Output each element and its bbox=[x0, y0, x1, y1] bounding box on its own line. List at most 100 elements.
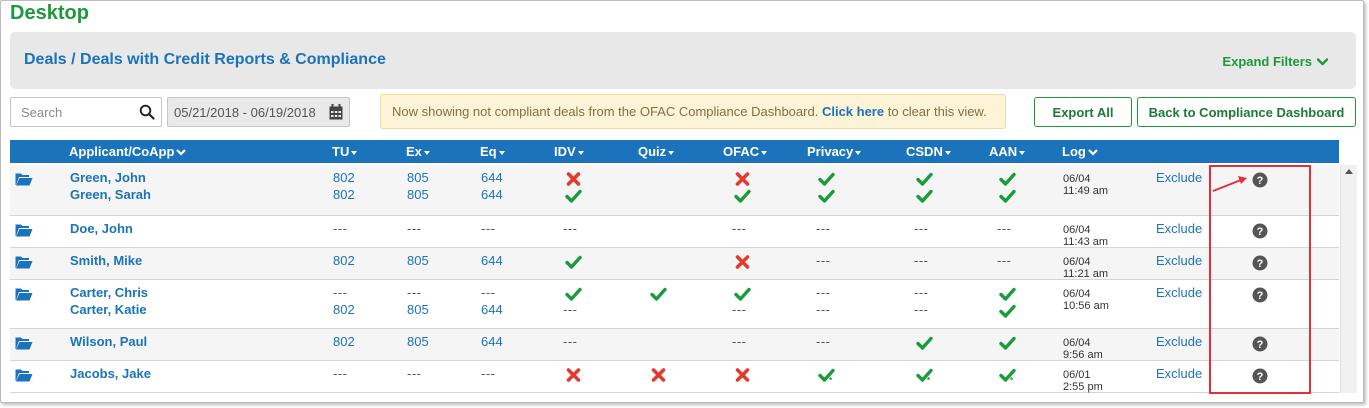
applicant-name-link[interactable]: Carter, Chris bbox=[70, 284, 148, 301]
applicant-name-link[interactable]: Green, John bbox=[70, 169, 146, 186]
log-time: 11:49 am bbox=[1063, 185, 1109, 197]
log-time: 11:43 am bbox=[1063, 236, 1109, 248]
tu-score-empty: --- bbox=[333, 285, 348, 300]
folder-open-icon[interactable] bbox=[15, 336, 33, 350]
log-time: 10:56 am bbox=[1063, 300, 1109, 312]
quiz-status bbox=[650, 286, 667, 302]
column-header-quiz[interactable]: Quiz bbox=[638, 144, 675, 159]
question-circle-icon[interactable]: ? bbox=[1252, 172, 1268, 188]
privacy-status-empty: --- bbox=[816, 253, 831, 268]
folder-open-icon[interactable] bbox=[15, 287, 33, 301]
notice-suffix: to clear this view. bbox=[887, 104, 987, 119]
ofac-status-empty: --- bbox=[732, 302, 747, 317]
privacy-status-empty: --- bbox=[816, 285, 831, 300]
exclude-link[interactable]: Exclude bbox=[1156, 333, 1202, 350]
eq-score-empty: --- bbox=[481, 285, 496, 300]
tu-score-link[interactable]: 802 bbox=[333, 333, 355, 350]
date-range-field[interactable]: 05/21/2018 - 06/19/2018 bbox=[167, 97, 350, 127]
clear-view-link[interactable]: Click here bbox=[822, 104, 884, 119]
applicant-name-link[interactable]: Jacobs, Jake bbox=[70, 365, 151, 382]
aan-status bbox=[999, 335, 1016, 351]
export-all-button[interactable]: Export All bbox=[1034, 97, 1132, 127]
back-to-compliance-dashboard-button[interactable]: Back to Compliance Dashboard bbox=[1137, 97, 1356, 127]
folder-open-icon[interactable] bbox=[15, 368, 33, 382]
exclude-link[interactable]: Exclude bbox=[1156, 284, 1202, 301]
sort-caret-icon bbox=[761, 150, 768, 155]
folder-open-icon[interactable] bbox=[15, 172, 33, 186]
column-header-privacy[interactable]: Privacy bbox=[807, 144, 862, 159]
tu-score-link[interactable]: 802 bbox=[333, 301, 355, 318]
eq-score-link[interactable]: 644 bbox=[481, 186, 503, 203]
eq-score-link[interactable]: 644 bbox=[481, 301, 503, 318]
chevron-down-icon bbox=[1088, 149, 1098, 156]
ex-score-link[interactable]: 805 bbox=[407, 252, 429, 269]
column-header-aan[interactable]: AAN bbox=[989, 144, 1026, 159]
vertical-scrollbar[interactable] bbox=[1340, 165, 1357, 393]
calendar-icon[interactable] bbox=[329, 104, 343, 120]
search-icon[interactable] bbox=[139, 104, 155, 120]
ex-score-empty: --- bbox=[407, 221, 422, 236]
fail-x-icon bbox=[651, 368, 666, 382]
tu-score-link[interactable]: 802 bbox=[333, 169, 355, 186]
eq-score-link[interactable]: 644 bbox=[481, 169, 503, 186]
applicant-name-link[interactable]: Wilson, Paul bbox=[70, 333, 147, 350]
privacy-status-empty: --- bbox=[816, 221, 831, 236]
question-circle-icon[interactable]: ? bbox=[1252, 287, 1268, 303]
applicant-name-link[interactable]: Green, Sarah bbox=[70, 186, 151, 203]
idv-status bbox=[565, 254, 582, 270]
csdn-status-empty: --- bbox=[914, 285, 929, 300]
ex-score-link[interactable]: 805 bbox=[407, 169, 429, 186]
column-header-log[interactable]: Log bbox=[1062, 144, 1098, 159]
tu-score-link[interactable]: 802 bbox=[333, 186, 355, 203]
exclude-link[interactable]: Exclude bbox=[1156, 220, 1202, 237]
search-field[interactable] bbox=[10, 97, 162, 127]
ofac-status bbox=[734, 188, 751, 204]
column-header-eq[interactable]: Eq bbox=[480, 144, 505, 159]
folder-open-icon[interactable] bbox=[15, 255, 33, 269]
tu-score-empty: --- bbox=[333, 221, 348, 236]
column-header-idv[interactable]: IDV bbox=[554, 144, 584, 159]
column-header-applicant[interactable]: Applicant/CoApp bbox=[69, 144, 187, 159]
idv-status-empty: --- bbox=[563, 302, 578, 317]
sort-caret-icon bbox=[498, 150, 505, 155]
log-date: 06/04 bbox=[1063, 224, 1091, 236]
svg-text:?: ? bbox=[1257, 339, 1264, 351]
column-header-tu[interactable]: TU bbox=[332, 144, 358, 159]
csdn-status bbox=[916, 171, 933, 187]
ex-score-link[interactable]: 805 bbox=[407, 186, 429, 203]
log-date: 06/04 bbox=[1063, 337, 1091, 349]
tu-score-link[interactable]: 802 bbox=[333, 252, 355, 269]
exclude-link[interactable]: Exclude bbox=[1156, 365, 1202, 382]
question-circle-icon[interactable]: ? bbox=[1252, 336, 1268, 352]
csdn-status: * bbox=[916, 367, 933, 383]
column-header-ex[interactable]: Ex bbox=[406, 144, 430, 159]
eq-score-link[interactable]: 644 bbox=[481, 252, 503, 269]
applicant-name-link[interactable]: Doe, John bbox=[70, 220, 133, 237]
eq-score-link[interactable]: 644 bbox=[481, 333, 503, 350]
svg-text:*: * bbox=[1010, 376, 1014, 383]
chevron-down-icon bbox=[176, 149, 187, 156]
ex-score-link[interactable]: 805 bbox=[407, 301, 429, 318]
column-header-ofac[interactable]: OFAC bbox=[723, 144, 768, 159]
column-label: Applicant/CoApp bbox=[69, 144, 175, 159]
exclude-link[interactable]: Exclude bbox=[1156, 252, 1202, 269]
question-circle-icon[interactable]: ? bbox=[1252, 223, 1268, 239]
exclude-link[interactable]: Exclude bbox=[1156, 169, 1202, 186]
question-circle-icon[interactable]: ? bbox=[1252, 255, 1268, 271]
csdn-status bbox=[916, 188, 933, 204]
applicant-name-link[interactable]: Smith, Mike bbox=[70, 252, 142, 269]
pass-check-star-icon: * bbox=[999, 368, 1016, 383]
log-time: 2:55 pm bbox=[1063, 381, 1103, 393]
tu-score-empty: --- bbox=[333, 366, 348, 381]
folder-open-icon[interactable] bbox=[15, 223, 33, 237]
applicant-name-link[interactable]: Carter, Katie bbox=[70, 301, 147, 318]
ex-score-link[interactable]: 805 bbox=[407, 333, 429, 350]
scroll-up-arrow-icon[interactable] bbox=[1345, 169, 1353, 174]
csdn-status-empty: --- bbox=[914, 253, 929, 268]
ofac-status bbox=[734, 171, 751, 187]
search-input[interactable] bbox=[11, 98, 133, 126]
question-circle-icon[interactable]: ? bbox=[1252, 368, 1268, 384]
expand-filters-button[interactable]: Expand Filters bbox=[1222, 54, 1328, 69]
ofac-status-empty: --- bbox=[732, 221, 747, 236]
column-header-csdn[interactable]: CSDN bbox=[906, 144, 951, 159]
